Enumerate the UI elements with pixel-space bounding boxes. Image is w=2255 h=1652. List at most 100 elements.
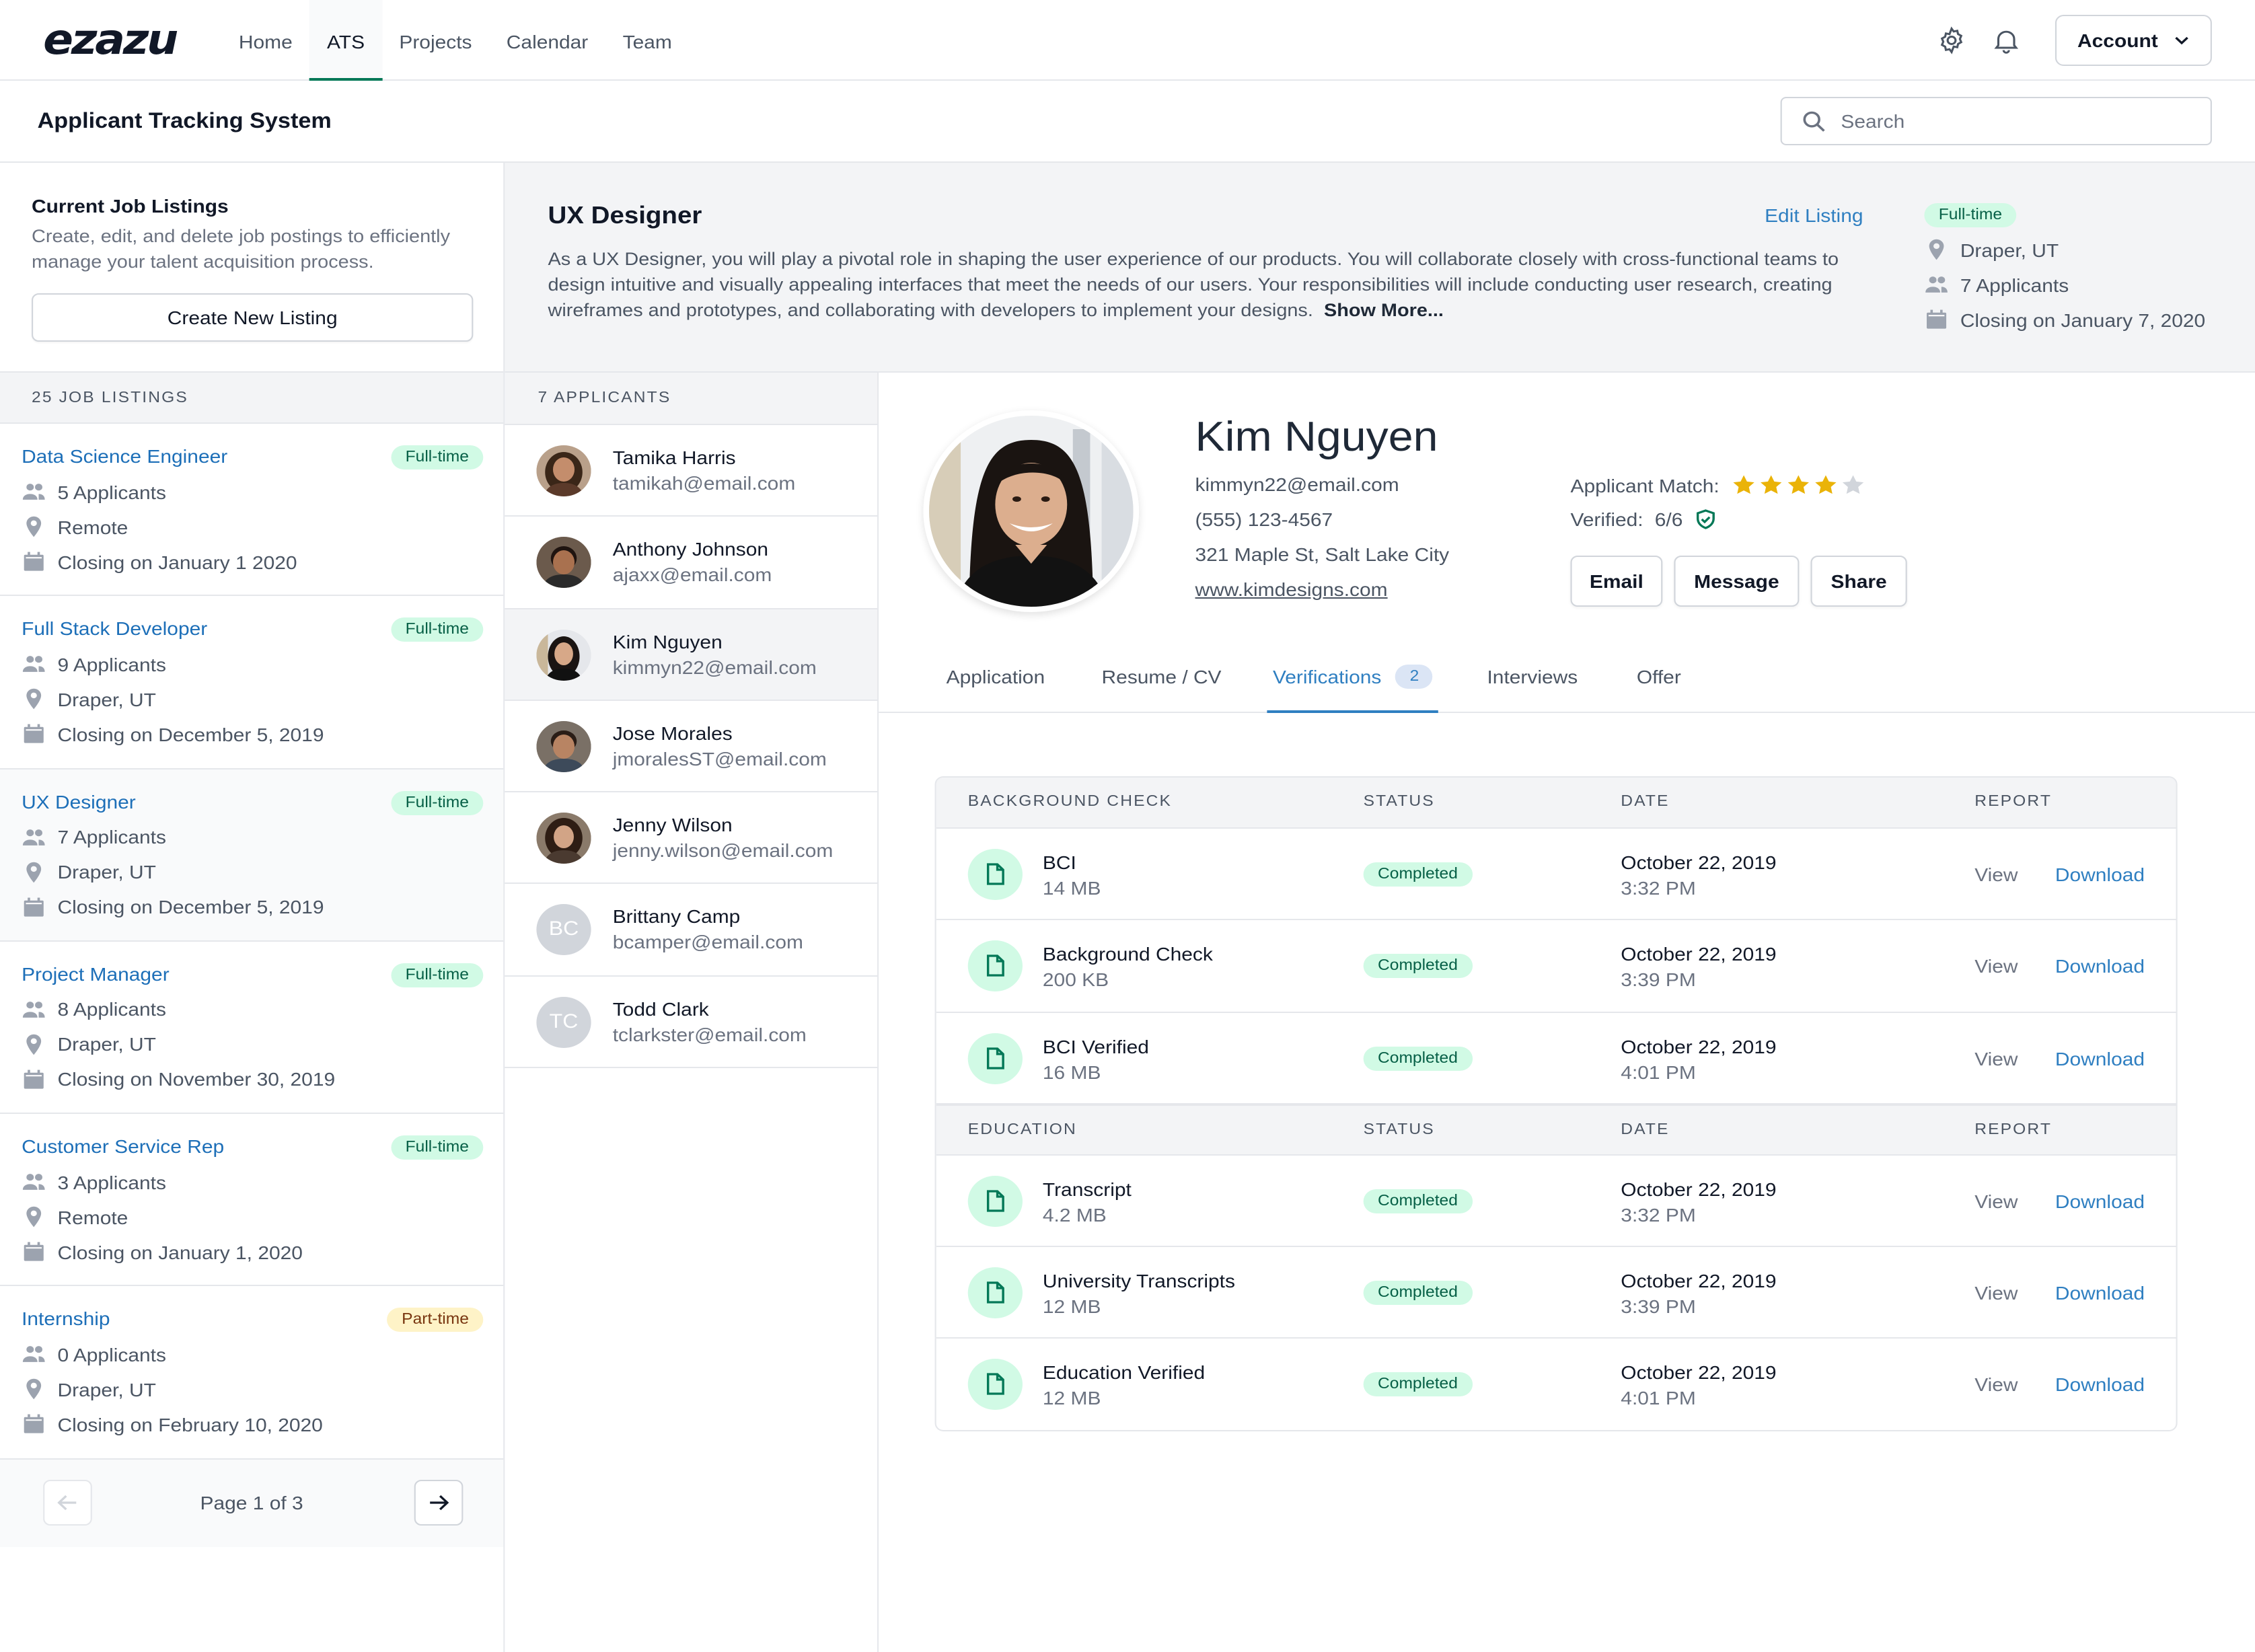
tab-resume[interactable]: Resume / CV: [1102, 652, 1222, 712]
account-label: Account: [2077, 30, 2158, 51]
create-listing-button[interactable]: Create New Listing: [32, 293, 474, 342]
job-applicants: 9 Applicants: [22, 653, 166, 676]
applicant-row[interactable]: Tamika Harris tamikah@email.com: [505, 425, 878, 517]
download-report-link[interactable]: Download: [2055, 1282, 2145, 1304]
tab-application[interactable]: Application: [947, 652, 1045, 712]
users-icon: [22, 1347, 45, 1363]
verified-value: 6/6: [1654, 509, 1683, 530]
applicant-row[interactable]: Anthony Johnson ajaxx@email.com: [505, 517, 878, 609]
view-report-link[interactable]: View: [1974, 1374, 2018, 1396]
applicant-row[interactable]: Jenny Wilson jenny.wilson@email.com: [505, 792, 878, 885]
job-location: Draper, UT: [1924, 238, 2059, 261]
tab-interviews[interactable]: Interviews: [1487, 652, 1578, 712]
download-report-link[interactable]: Download: [2055, 864, 2145, 885]
edit-listing-link[interactable]: Edit Listing: [1765, 204, 1863, 226]
users-icon: [22, 1001, 45, 1018]
pagination: Page 1 of 3: [0, 1458, 504, 1547]
job-type-badge: Full-time: [1924, 203, 2017, 227]
users-icon: [22, 829, 45, 846]
location-pin-icon: [26, 689, 42, 710]
show-more-link[interactable]: Show More...: [1324, 300, 1444, 320]
users-icon: [1925, 276, 1948, 293]
job-title[interactable]: Project Manager: [22, 963, 170, 985]
account-button[interactable]: Account: [2055, 15, 2212, 66]
search-box[interactable]: [1780, 97, 2212, 145]
job-title[interactable]: Customer Service Rep: [22, 1135, 224, 1157]
job-item[interactable]: Data Science Engineer Full-time 5 Applic…: [0, 424, 504, 597]
profile-phone: (555) 123-4567: [1195, 509, 1333, 530]
job-closing: Closing on December 5, 2019: [22, 723, 324, 746]
avatar: BC: [536, 904, 591, 956]
download-report-link[interactable]: Download: [2055, 1047, 2145, 1069]
search-input[interactable]: [1841, 110, 2186, 132]
view-report-link[interactable]: View: [1974, 1047, 2018, 1069]
location-pin-icon: [26, 1207, 42, 1228]
star-filled-icon: [1787, 475, 1808, 494]
job-title[interactable]: Full Stack Developer: [22, 618, 207, 640]
view-report-link[interactable]: View: [1974, 1191, 2018, 1212]
applicant-row[interactable]: Kim Nguyen kimmyn22@email.com: [505, 609, 878, 701]
email-button[interactable]: Email: [1570, 556, 1663, 607]
sidebar-footer-space: [0, 1547, 504, 1652]
job-location: Draper, UT: [22, 1378, 156, 1401]
applicant-name: Brittany Camp: [612, 905, 741, 928]
verified-label: Verified:: [1570, 509, 1643, 530]
view-report-link[interactable]: View: [1974, 956, 2018, 977]
gear-icon[interactable]: [1935, 26, 1967, 55]
next-page-button[interactable]: [414, 1480, 464, 1526]
document-icon: [967, 1032, 1023, 1084]
verification-time: 4:01 PM: [1621, 1387, 1696, 1409]
applicant-row[interactable]: TC Todd Clark tclarkster@email.com: [505, 976, 878, 1069]
tab-offer[interactable]: Offer: [1637, 652, 1681, 712]
job-item[interactable]: Customer Service Rep Full-time 3 Applica…: [0, 1114, 504, 1287]
applicant-row[interactable]: Jose Morales jmoralesST@email.com: [505, 700, 878, 793]
job-type-badge: Part-time: [387, 1308, 484, 1332]
job-title[interactable]: UX Designer: [22, 790, 136, 812]
job-item[interactable]: Full Stack Developer Full-time 9 Applica…: [0, 597, 504, 769]
applicants-count: 7 APPLICANTS: [505, 373, 878, 425]
job-type-badge: Full-time: [391, 963, 484, 987]
profile-email[interactable]: kimmyn22@email.com: [1195, 474, 1399, 495]
logo[interactable]: ezazu: [43, 16, 178, 65]
app-root: ezazu Home ATS Projects Calendar Team Ac…: [0, 0, 2255, 1652]
applicants-panel: 7 APPLICANTS Tamika Harris tamikah@email…: [505, 373, 879, 1652]
message-button[interactable]: Message: [1674, 556, 1800, 607]
view-report-link[interactable]: View: [1974, 1282, 2018, 1304]
table-row: BCI 14 MB Completed October 22, 2019 3:32 PM…: [936, 829, 2176, 921]
job-closing: Closing on February 10, 2020: [22, 1413, 323, 1436]
profile-website-link[interactable]: www.kimdesigns.com: [1195, 578, 1388, 600]
bell-icon[interactable]: [1991, 26, 2022, 55]
applicant-name: Kim Nguyen: [612, 630, 723, 652]
job-item[interactable]: UX Designer Full-time 7 Applicants Drape…: [0, 769, 504, 942]
job-applicants: 7 Applicants: [1924, 273, 2069, 296]
share-button[interactable]: Share: [1810, 556, 1907, 607]
nav-ats[interactable]: ATS: [309, 0, 382, 81]
verification-date: October 22, 2019: [1621, 1270, 1777, 1292]
avatar: [536, 445, 591, 496]
job-title[interactable]: Internship: [22, 1308, 110, 1330]
nav-home[interactable]: Home: [221, 0, 309, 81]
status-badge: Completed: [1363, 1281, 1473, 1306]
nav-projects[interactable]: Projects: [382, 0, 489, 81]
nav-team[interactable]: Team: [605, 0, 689, 81]
star-filled-icon: [1814, 475, 1836, 494]
arrow-right-icon: [430, 1495, 449, 1511]
download-report-link[interactable]: Download: [2055, 1191, 2145, 1212]
job-item[interactable]: Internship Part-time 0 Applicants Draper…: [0, 1287, 504, 1460]
calendar-icon: [24, 724, 44, 744]
nav-calendar[interactable]: Calendar: [489, 0, 605, 81]
table-row: Background Check 200 KB Completed October 2…: [936, 921, 2176, 1013]
tab-verifications[interactable]: Verifications 2: [1267, 652, 1439, 713]
applicant-name: Tamika Harris: [612, 447, 736, 468]
table-row: BCI Verified 16 MB Completed October 22, 20…: [936, 1012, 2176, 1104]
job-listings-panel: Current Job Listings Create, edit, and d…: [0, 163, 505, 1652]
calendar-icon: [24, 1069, 44, 1089]
view-report-link[interactable]: View: [1974, 864, 2018, 885]
applicant-email: tclarkster@email.com: [612, 1023, 807, 1045]
applicant-row[interactable]: BC Brittany Camp bcamper@email.com: [505, 884, 878, 977]
job-item[interactable]: Project Manager Full-time 8 Applicants D…: [0, 942, 504, 1115]
download-report-link[interactable]: Download: [2055, 1374, 2145, 1396]
job-title[interactable]: Data Science Engineer: [22, 445, 227, 467]
verification-date: October 22, 2019: [1621, 852, 1777, 873]
download-report-link[interactable]: Download: [2055, 956, 2145, 977]
